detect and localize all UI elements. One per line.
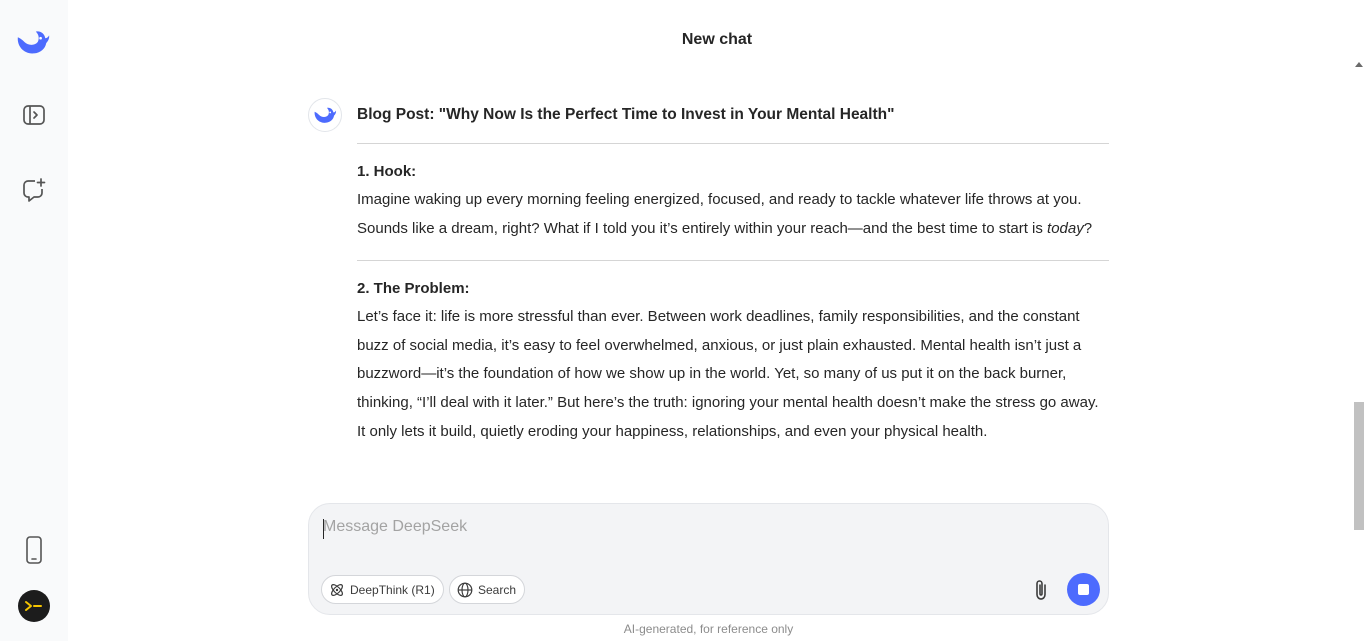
text-caret	[323, 519, 324, 539]
hook-text-end: ?	[1083, 219, 1093, 237]
scrollbar[interactable]	[1353, 62, 1365, 632]
attach-file-icon[interactable]	[1029, 576, 1053, 604]
search-toggle-button[interactable]: Search	[449, 575, 526, 604]
assistant-avatar-icon	[308, 98, 342, 132]
divider	[357, 260, 1109, 262]
mobile-phone-icon[interactable]	[16, 532, 52, 568]
new-chat-icon[interactable]	[16, 172, 52, 208]
message-composer: DeepThink (R1) Search	[308, 503, 1109, 615]
sidebar-toggle-icon[interactable]	[16, 97, 52, 133]
sidebar	[0, 0, 68, 641]
section-text-problem: Let’s face it: life is more stressful th…	[357, 308, 1099, 440]
hook-italic-text: today	[1047, 219, 1084, 237]
section-text-hook: Imagine waking up every morning feeling …	[357, 186, 1109, 243]
globe-icon	[457, 582, 473, 597]
assistant-message: Blog Post: "Why Now Is the Perfect Time …	[357, 104, 1109, 446]
deepthink-label: DeepThink (R1)	[350, 582, 435, 597]
divider	[357, 143, 1109, 144]
scrollbar-thumb[interactable]	[1354, 402, 1364, 530]
post-title: Blog Post: "Why Now Is the Perfect Time …	[357, 106, 895, 123]
disclaimer-note: AI-generated, for reference only	[623, 622, 794, 636]
scroll-up-arrow-icon[interactable]	[1355, 62, 1363, 67]
chat-title: New chat	[681, 31, 753, 48]
user-avatar[interactable]	[18, 590, 50, 622]
section-heading-problem: 2. The Problem:	[357, 280, 470, 298]
deepseek-logo-icon[interactable]	[15, 24, 51, 60]
hook-text: Imagine waking up every morning feeling …	[357, 191, 1082, 237]
deepthink-toggle-button[interactable]: DeepThink (R1)	[321, 575, 444, 604]
message-input[interactable]	[323, 518, 1023, 536]
stop-icon	[1078, 584, 1089, 595]
section-heading-hook: 1. Hook:	[357, 163, 417, 180]
search-label: Search	[478, 582, 517, 597]
stop-generation-button[interactable]	[1067, 573, 1100, 606]
atom-icon	[331, 583, 343, 596]
